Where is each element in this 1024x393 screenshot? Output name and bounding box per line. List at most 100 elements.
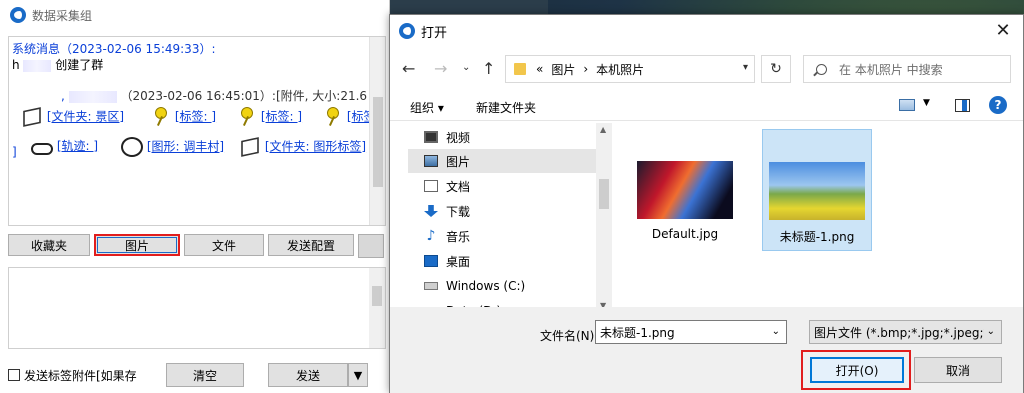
refresh-icon: ↻ bbox=[770, 61, 782, 77]
breadcrumb-overflow[interactable]: « bbox=[536, 62, 543, 76]
up-arrow-icon[interactable]: ↑ bbox=[482, 59, 495, 78]
attachment-item[interactable]: [图形: 调丰村] bbox=[121, 137, 224, 157]
nav-item-desktop[interactable]: 桌面 bbox=[408, 249, 598, 273]
send-tag-checkbox[interactable] bbox=[8, 369, 20, 381]
filename-value: 未标题-1.png bbox=[600, 325, 675, 340]
preview-pane-icon[interactable] bbox=[955, 99, 970, 112]
folder-box-icon bbox=[241, 137, 259, 157]
nav-item-label: 视频 bbox=[446, 130, 471, 145]
message-meta: , （2023-02-06 16:45:01）:[附件, 大小:21.6 K] bbox=[61, 87, 383, 104]
nav-item-label: 音乐 bbox=[446, 229, 471, 244]
chat-bottom-bar: 发送标签附件[如果存 清空 发送 ▼ bbox=[8, 362, 384, 388]
system-message-text: 创建了群 bbox=[55, 58, 104, 72]
forward-arrow-icon[interactable]: → bbox=[434, 59, 447, 78]
breadcrumb-item[interactable]: 图片 bbox=[551, 61, 575, 78]
refresh-button[interactable]: ↻ bbox=[761, 55, 791, 83]
app-logo-icon bbox=[10, 7, 26, 23]
nav-item-label: 文档 bbox=[446, 179, 471, 194]
filename-input[interactable]: 未标题-1.png ⌄ bbox=[595, 320, 787, 344]
breadcrumb-item[interactable]: 本机照片 bbox=[596, 61, 644, 78]
chevron-down-icon[interactable]: ▾ bbox=[743, 62, 748, 73]
back-arrow-icon[interactable]: ← bbox=[402, 59, 415, 78]
nav-item-drive-c[interactable]: Windows (C:) bbox=[408, 274, 598, 298]
scrollbar-thumb[interactable] bbox=[373, 97, 383, 187]
attachment-link[interactable]: [标签: ] bbox=[175, 110, 216, 124]
folder-box-icon bbox=[23, 107, 41, 127]
search-input[interactable]: 在 本机照片 中搜索 bbox=[803, 55, 1011, 83]
image-thumbnail bbox=[769, 162, 865, 220]
message-history[interactable]: 系统消息（2023-02-06 15:49:33）: h 创建了群 , （202… bbox=[8, 36, 386, 226]
address-bar[interactable]: « 图片 › 本机照片 ▾ bbox=[505, 55, 755, 83]
nav-item-label: 下载 bbox=[446, 204, 471, 219]
desktop-icon bbox=[424, 255, 438, 267]
tab-files[interactable]: 文件 bbox=[184, 234, 264, 256]
tab-send-config[interactable]: 发送配置 bbox=[268, 234, 354, 256]
attachment-link[interactable]: [轨迹: ] bbox=[57, 139, 98, 153]
nav-item-label: 图片 bbox=[446, 154, 471, 169]
attachment-link[interactable]: [文件夹: 景区] bbox=[47, 110, 124, 124]
nav-item-downloads[interactable]: 下载 bbox=[408, 199, 598, 223]
organize-menu[interactable]: 组织 ▾ bbox=[410, 99, 444, 116]
dialog-title: 打开 bbox=[421, 25, 448, 41]
message-scrollbar[interactable] bbox=[369, 37, 385, 225]
drive-icon bbox=[424, 282, 438, 290]
filename-label: 文件名(N): bbox=[540, 329, 599, 343]
file-type-select[interactable]: 图片文件 (*.bmp;*.jpg;*.jpeg;* ⌄ bbox=[809, 320, 1002, 344]
image-thumbnail bbox=[637, 161, 733, 219]
chevron-down-icon[interactable]: ▼ bbox=[923, 98, 930, 108]
view-mode-icon[interactable] bbox=[899, 99, 915, 111]
send-button[interactable]: 发送 bbox=[268, 363, 348, 387]
recent-locations-icon[interactable]: ⌄ bbox=[462, 62, 470, 73]
attachment-item[interactable]: [文件夹: 图形标签] bbox=[239, 137, 366, 157]
highlight-box bbox=[801, 350, 911, 390]
file-item[interactable]: Default.jpg bbox=[630, 129, 740, 251]
input-scrollbar[interactable] bbox=[369, 268, 385, 348]
dialog-toolbar: 组织 ▾ 新建文件夹 ▼ ? bbox=[390, 91, 1023, 121]
nav-item-videos[interactable]: 视频 bbox=[408, 125, 598, 149]
clear-button[interactable]: 清空 bbox=[166, 363, 244, 387]
dialog-title-bar: 打开 ✕ bbox=[390, 15, 1023, 47]
attachment-item[interactable]: [文件夹: 景区] bbox=[21, 107, 124, 127]
cancel-button[interactable]: 取消 bbox=[914, 357, 1002, 383]
nav-item-music[interactable]: ♪ 音乐 bbox=[408, 224, 598, 248]
send-tag-checkbox-label: 发送标签附件[如果存 bbox=[24, 368, 137, 383]
folder-icon bbox=[514, 63, 526, 75]
new-folder-button[interactable]: 新建文件夹 bbox=[476, 99, 536, 116]
breadcrumb-separator-icon: › bbox=[583, 62, 589, 76]
attachment-link[interactable]: [标签: ] bbox=[261, 110, 302, 124]
system-message-user: h bbox=[12, 58, 20, 72]
attachment-item[interactable]: [轨迹: ] bbox=[31, 137, 98, 155]
navigation-scrollbar[interactable]: ▲ ▼ bbox=[596, 123, 612, 313]
help-icon[interactable]: ? bbox=[989, 96, 1007, 114]
file-name: Default.jpg bbox=[651, 227, 719, 241]
pictures-icon bbox=[424, 155, 438, 167]
open-file-dialog: 打开 ✕ ← → ⌄ ↑ « 图片 › 本机照片 ▾ ↻ 在 本机照片 中搜索 … bbox=[389, 14, 1024, 393]
attachment-item[interactable]: [标签: ] bbox=[149, 107, 216, 127]
track-icon bbox=[31, 142, 53, 155]
nav-item-pictures[interactable]: 图片 bbox=[408, 149, 598, 173]
attachment-tabs: 收藏夹 图片 文件 发送配置 bbox=[8, 234, 384, 258]
file-item[interactable]: 未标题-1.png bbox=[762, 129, 872, 251]
documents-icon bbox=[424, 180, 438, 192]
chat-window: 数据采集组 系统消息（2023-02-06 15:49:33）: h 创建了群 … bbox=[0, 0, 390, 393]
close-icon[interactable]: ✕ bbox=[993, 21, 1013, 41]
message-input[interactable] bbox=[8, 267, 386, 349]
message-meta-text: （2023-02-06 16:45:01）:[附件, 大小:21.6 K] bbox=[120, 89, 384, 103]
attachment-item[interactable]: [标签: ] bbox=[235, 107, 302, 127]
chevron-down-icon[interactable]: ⌄ bbox=[983, 326, 995, 337]
nav-item-documents[interactable]: 文档 bbox=[408, 174, 598, 198]
chevron-down-icon[interactable]: ⌄ bbox=[772, 326, 780, 337]
attachment-link[interactable]: [文件夹: 图形标签] bbox=[265, 140, 366, 154]
tab-favorites[interactable]: 收藏夹 bbox=[8, 234, 90, 256]
send-options-dropdown[interactable]: ▼ bbox=[348, 363, 368, 387]
scroll-up-icon[interactable]: ▲ bbox=[600, 125, 606, 134]
search-placeholder: 在 本机照片 中搜索 bbox=[839, 62, 943, 77]
pin-icon bbox=[235, 107, 257, 127]
system-message-body: h 创建了群 bbox=[12, 56, 103, 73]
attachment-link[interactable]: [图形: 调丰村] bbox=[147, 140, 224, 154]
shape-icon bbox=[121, 137, 143, 157]
tab-pictures[interactable]: 图片 bbox=[94, 234, 180, 256]
scrollbar-thumb[interactable] bbox=[599, 179, 609, 209]
pin-icon bbox=[149, 107, 171, 127]
downloads-icon bbox=[424, 205, 438, 217]
